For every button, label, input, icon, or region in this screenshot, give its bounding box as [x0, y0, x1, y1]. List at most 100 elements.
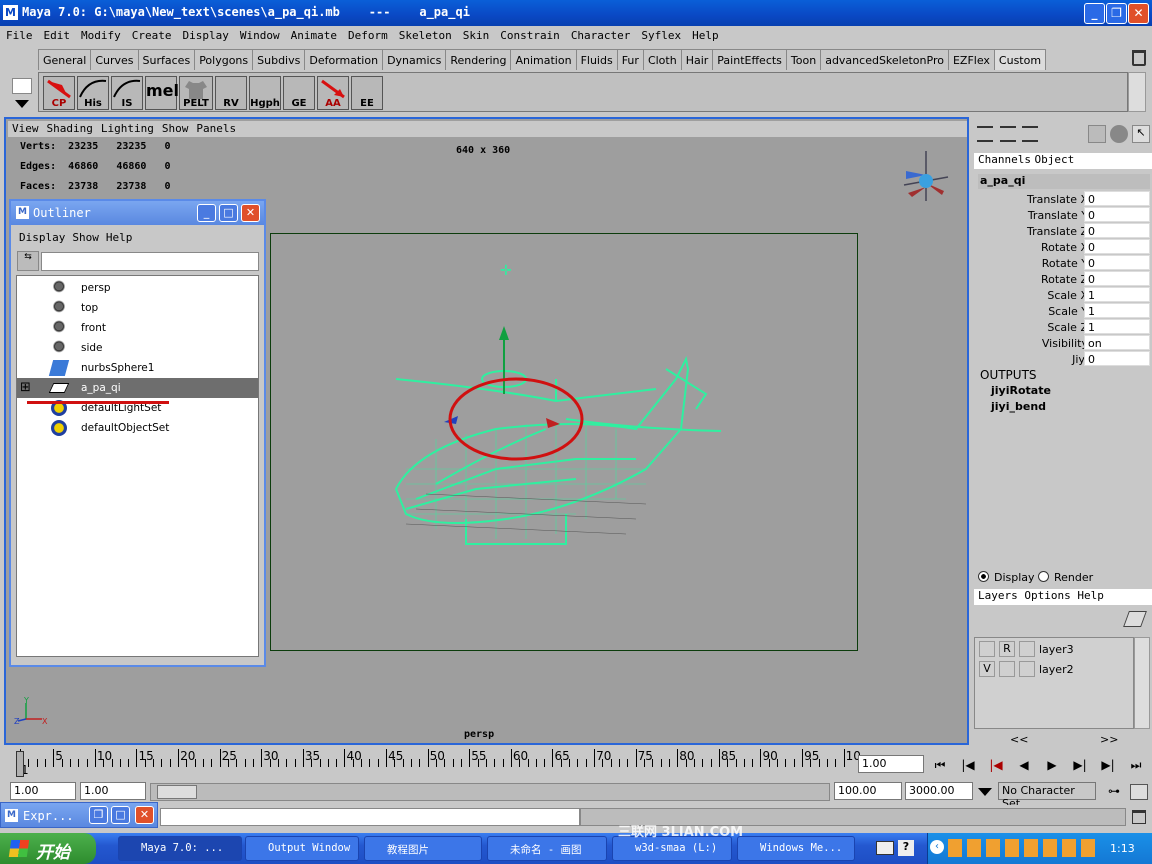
layer-row[interactable]: V layer2: [977, 660, 1131, 678]
menu-window[interactable]: Window: [234, 26, 285, 42]
new-layer-icon[interactable]: [1123, 611, 1147, 627]
menu-create[interactable]: Create: [126, 26, 177, 42]
channel-box-toggle-icon[interactable]: ↖: [1132, 125, 1150, 143]
go-to-start-button[interactable]: ⏮: [930, 755, 950, 775]
menu-constrain[interactable]: Constrain: [494, 26, 565, 42]
range-slider[interactable]: [150, 783, 830, 801]
outliner-item-front[interactable]: front: [17, 318, 258, 338]
shelf-tab[interactable]: Deformation: [304, 49, 384, 70]
output-node[interactable]: jiyi_bend: [991, 400, 1046, 413]
outliner-search-field[interactable]: [41, 252, 259, 271]
play-backward-button[interactable]: ◀: [1014, 755, 1034, 775]
layer-menu-layers[interactable]: Layers: [978, 589, 1018, 602]
expression-editor-window[interactable]: M Expr... ❐ □ ✕: [0, 802, 158, 828]
menu-deform[interactable]: Deform: [342, 26, 393, 42]
menu-syflex[interactable]: Syflex: [635, 26, 686, 42]
viewport-menu-show[interactable]: Show: [158, 121, 193, 135]
time-slider[interactable]: 1 5 10 15 20 25 30 35 40 45 50 55 60 65 70 75 80 85 90 95 10: [4, 747, 861, 779]
go-to-end-button[interactable]: ⏭: [1126, 755, 1146, 775]
script-editor-icon[interactable]: [1132, 810, 1146, 824]
menu-help[interactable]: Help: [686, 26, 724, 42]
current-frame-marker[interactable]: [16, 751, 24, 777]
shelf-button-aa[interactable]: AA: [317, 76, 349, 110]
layer-render-toggle[interactable]: R: [999, 641, 1015, 657]
taskbar-button-folder[interactable]: 教程图片: [364, 836, 482, 861]
restore-button[interactable]: ❐: [1106, 3, 1127, 24]
layer-nav-left-button[interactable]: <<: [1010, 733, 1028, 746]
menu-character[interactable]: Character: [565, 26, 636, 42]
menu-edit[interactable]: Edit: [38, 26, 76, 42]
anim-prefs-icon[interactable]: [1130, 784, 1148, 800]
menu-display[interactable]: Display: [177, 26, 234, 42]
range-start-field[interactable]: 1.00: [80, 782, 146, 800]
step-back-key-button[interactable]: |◀: [958, 755, 978, 775]
end-time-field[interactable]: 3000.00: [905, 782, 973, 800]
outliner-item-a-pa-qi[interactable]: ⊞ a_pa_qi: [17, 378, 258, 398]
shelf-tab[interactable]: Rendering: [445, 49, 512, 70]
shelf-menu-icon[interactable]: [12, 78, 32, 94]
shelf-button-is[interactable]: IS: [111, 76, 143, 110]
channel-box-object-name[interactable]: a_pa_qi: [978, 174, 1150, 189]
output-node[interactable]: jiyiRotate: [991, 384, 1051, 397]
shelf-button-cp[interactable]: CP: [43, 76, 75, 110]
channel-box-tab-channels[interactable]: Channels: [978, 153, 1031, 166]
taskbar-button-maya[interactable]: Maya 7.0: ...: [118, 836, 242, 861]
display-radio[interactable]: [978, 571, 989, 582]
shelf-dropdown-arrow-icon[interactable]: [15, 100, 29, 108]
viewport-menu-shading[interactable]: Shading: [43, 121, 97, 135]
shelf-tab[interactable]: Animation: [510, 49, 577, 70]
layer-visibility-toggle[interactable]: V: [979, 661, 995, 677]
shelf-tab[interactable]: PaintEffects: [712, 49, 787, 70]
shelf-tab[interactable]: Curves: [90, 49, 139, 70]
channel-translate-x[interactable]: Translate X0: [978, 191, 1150, 207]
shelf-tab[interactable]: General: [38, 49, 92, 70]
expand-icon[interactable]: ⊞: [20, 380, 31, 395]
shelf-scrollbar[interactable]: [1128, 72, 1146, 112]
attribute-editor-icon[interactable]: [1088, 125, 1106, 143]
current-time-field[interactable]: 1.00: [858, 755, 924, 773]
shelf-button-mel[interactable]: mel: [145, 76, 179, 110]
list-view-icon[interactable]: [1000, 126, 1016, 142]
shelf-tab[interactable]: Fur: [616, 49, 644, 70]
channel-rotate-z[interactable]: Rotate Z0: [978, 271, 1150, 287]
channel-translate-z[interactable]: Translate Z0: [978, 223, 1150, 239]
outliner-title-bar[interactable]: M Outliner _ □ ✕: [11, 201, 264, 225]
taskbar-button-windows-media[interactable]: Windows Me...: [737, 836, 855, 861]
shelf-button-ge[interactable]: GE: [283, 76, 315, 110]
layer-name[interactable]: layer2: [1039, 663, 1074, 676]
outliner-item-top[interactable]: top: [17, 298, 258, 318]
channel-scale-z[interactable]: Scale Z1: [978, 319, 1150, 335]
range-end-field[interactable]: 100.00: [834, 782, 902, 800]
outliner-minimize-button[interactable]: _: [197, 204, 216, 222]
play-forward-button[interactable]: ▶: [1042, 755, 1062, 775]
character-set-dropdown-arrow-icon[interactable]: [978, 788, 992, 796]
auto-key-icon[interactable]: ⊶: [1102, 784, 1126, 800]
menu-file[interactable]: File: [0, 26, 38, 42]
channel-jiyi[interactable]: Jiyi 0: [978, 351, 1150, 367]
list-view-icon[interactable]: [1022, 126, 1038, 142]
layer-visibility-toggle[interactable]: [979, 641, 995, 657]
start-time-field[interactable]: 1.00: [10, 782, 76, 800]
trash-icon[interactable]: [1132, 50, 1146, 66]
channel-scale-y[interactable]: Scale Y1: [978, 303, 1150, 319]
shelf-tab[interactable]: Surfaces: [137, 49, 196, 70]
shelf-tab[interactable]: Subdivs: [252, 49, 306, 70]
menu-skin[interactable]: Skin: [457, 26, 495, 42]
shelf-button-hgph[interactable]: Hgph: [249, 76, 281, 110]
channel-rotate-x[interactable]: Rotate X0: [978, 239, 1150, 255]
menu-modify[interactable]: Modify: [75, 26, 126, 42]
expr-close-button[interactable]: ✕: [135, 806, 154, 824]
viewport-menu-panels[interactable]: Panels: [192, 121, 240, 135]
step-forward-key-button[interactable]: ▶|: [1098, 755, 1118, 775]
layer-menu-options[interactable]: Options: [1024, 589, 1070, 602]
keyboard-icon[interactable]: [876, 841, 894, 855]
tray-app-icons[interactable]: [948, 839, 1098, 857]
shelf-button-pelt[interactable]: PELT: [179, 76, 213, 110]
command-line-input[interactable]: [160, 808, 580, 826]
render-radio[interactable]: [1038, 571, 1049, 582]
shelf-tab[interactable]: Fluids: [575, 49, 618, 70]
shelf-tab-active[interactable]: Custom: [993, 49, 1047, 70]
outliner-close-button[interactable]: ✕: [241, 204, 260, 222]
outliner-menu-show[interactable]: Show: [72, 231, 99, 244]
channel-box-tab-object[interactable]: Object: [1034, 153, 1074, 166]
